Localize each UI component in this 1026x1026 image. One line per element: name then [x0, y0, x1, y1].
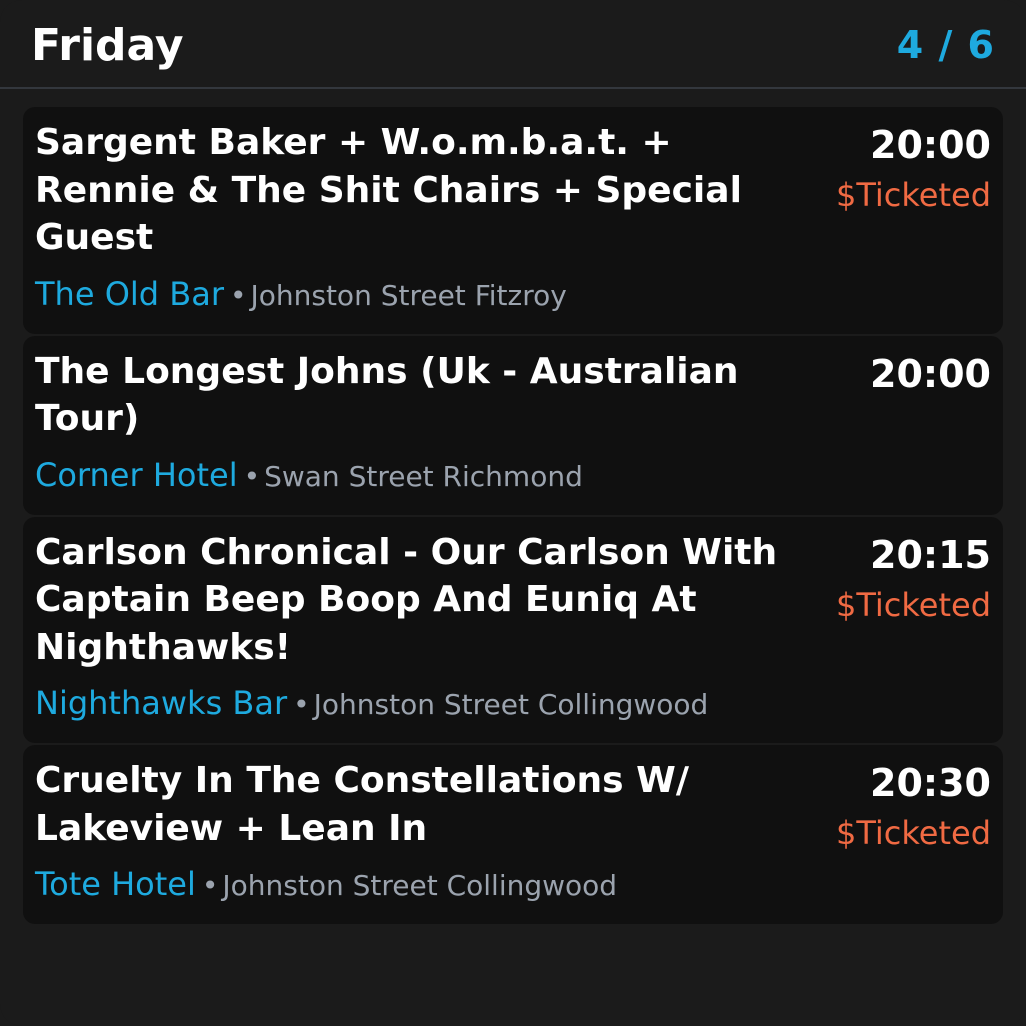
event-details: The Longest Johns (Uk - Australian Tour)…: [35, 348, 805, 501]
event-meta: 20:30 $Ticketed: [836, 759, 991, 853]
venue-line: Tote Hotel • Johnston Street Collingwood: [35, 864, 805, 910]
venue-line: The Old Bar • Johnston Street Fitzroy: [35, 274, 805, 320]
venue-address: Johnston Street Fitzroy: [250, 278, 567, 312]
event-time: 20:00: [870, 123, 991, 167]
event-list: Sargent Baker + W.o.m.b.a.t. + Rennie & …: [23, 107, 1003, 926]
event-time: 20:15: [870, 532, 991, 577]
event-meta: 20:00: [870, 350, 991, 398]
venue-name[interactable]: Corner Hotel: [35, 456, 238, 494]
venue-line: Corner Hotel • Swan Street Richmond: [35, 455, 805, 501]
event-details: Sargent Baker + W.o.m.b.a.t. + Rennie & …: [35, 119, 805, 320]
event-meta: 20:15 $Ticketed: [836, 531, 991, 625]
venue-address: Johnston Street Collingwood: [222, 869, 618, 902]
event-details: Carlson Chronical - Our Carlson With Cap…: [35, 529, 805, 730]
event-title: Carlson Chronical - Our Carlson With Cap…: [35, 531, 778, 668]
event-card[interactable]: Cruelty In The Constellations W/ Lakevie…: [23, 745, 1003, 924]
event-details: Cruelty In The Constellations W/ Lakevie…: [35, 757, 805, 910]
venue-name[interactable]: Tote Hotel: [35, 865, 196, 903]
bullet-separator: •: [229, 278, 247, 312]
venue-line: Nighthawks Bar • Johnston Street Collingwo…: [35, 683, 805, 729]
day-title: Friday: [31, 20, 184, 71]
event-time: 20:00: [870, 351, 991, 396]
gig-guide-screen: Friday 4 / 6 Sargent Baker + W.o.m.b.a.t…: [0, 0, 1026, 1026]
page-indicator: 4 / 6: [896, 23, 995, 67]
event-price: $Ticketed: [835, 814, 991, 852]
venue-address: Swan Street Richmond: [264, 459, 583, 493]
event-card[interactable]: Sargent Baker + W.o.m.b.a.t. + Rennie & …: [23, 107, 1003, 334]
venue-address: Johnston Street Collingwood: [313, 688, 709, 721]
event-title: Sargent Baker + W.o.m.b.a.t. + Rennie & …: [35, 122, 742, 258]
event-time: 20:30: [870, 761, 991, 805]
event-meta: 20:00 $Ticketed: [836, 121, 991, 215]
event-title: Cruelty In The Constellations W/ Lakevie…: [35, 760, 689, 849]
venue-name[interactable]: Nighthawks Bar: [35, 684, 287, 722]
bullet-separator: •: [201, 869, 219, 902]
venue-name[interactable]: The Old Bar: [35, 275, 224, 313]
header-bar: Friday 4 / 6: [0, 0, 1026, 89]
event-price: $Ticketed: [835, 176, 991, 214]
bullet-separator: •: [243, 459, 261, 493]
event-price: $Ticketed: [835, 585, 991, 624]
event-card[interactable]: The Longest Johns (Uk - Australian Tour)…: [23, 335, 1003, 515]
bullet-separator: •: [293, 688, 310, 721]
event-card[interactable]: Carlson Chronical - Our Carlson With Cap…: [23, 516, 1003, 743]
event-title: The Longest Johns (Uk - Australian Tour): [35, 350, 739, 440]
